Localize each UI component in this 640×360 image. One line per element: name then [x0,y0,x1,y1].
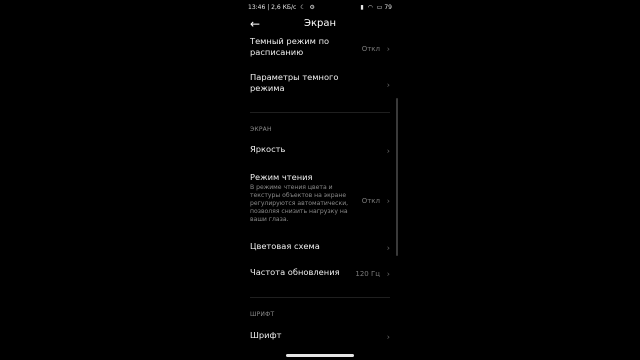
moon-icon: ☾ [300,4,306,11]
scrollbar[interactable] [396,98,398,256]
gear-icon: ⚙ [309,4,315,11]
signal-icon: ▮ [360,4,364,11]
row-refresh-rate[interactable]: Частота обновления 120 Гц › [250,267,390,281]
row-value: 120 Гц [355,270,380,278]
app-header: ← Экран [240,16,400,34]
row-label: Темный режим по расписанию [250,36,330,57]
battery-level: 79 [384,4,392,11]
section-header-screen: ЭКРАН [250,126,272,133]
row-brightness[interactable]: Яркость › [250,144,390,158]
chevron-right-icon: › [386,80,390,90]
chevron-right-icon: › [386,44,390,54]
row-label: Режим чтения [250,172,313,182]
row-label: Частота обновления [250,267,340,277]
status-right: ▮ ◠ ▭ 79 [358,4,392,11]
chevron-right-icon: › [386,243,390,253]
row-label: Параметры темного режима [250,72,339,93]
wifi-icon: ◠ [367,4,373,11]
battery-icon: ▭ [376,4,383,11]
row-label: Цветовая схема [250,241,320,251]
status-time: 13:46 [248,4,266,11]
status-bar: 13:46 | 2,6 КБ/с ☾ ⚙ ▮ ◠ ▭ 79 [248,4,392,14]
row-color-scheme[interactable]: Цветовая схема › [250,241,390,255]
row-dark-schedule[interactable]: Темный режим по расписанию Откл › [250,36,390,62]
section-divider [250,297,390,298]
page-title: Экран [303,18,337,29]
chevron-right-icon: › [386,196,390,206]
row-label: Шрифт [250,330,282,340]
row-dark-params[interactable]: Параметры темного режима › [250,72,390,98]
section-header-font: ШРИФТ [250,311,275,318]
row-reading-mode[interactable]: Режим чтения В режиме чтения цвета и тек… [250,172,390,230]
row-label: Яркость [250,144,286,154]
chevron-right-icon: › [386,269,390,279]
status-left: 13:46 | 2,6 КБ/с ☾ ⚙ [248,4,315,11]
video-frame: 13:46 | 2,6 КБ/с ☾ ⚙ ▮ ◠ ▭ 79 ← Экран Те… [0,0,640,360]
section-divider [250,112,390,113]
row-value: Откл [361,45,380,53]
status-network-speed: | 2,6 КБ/с [267,4,297,11]
row-value: Откл [361,197,380,205]
home-indicator[interactable] [286,354,354,357]
row-font[interactable]: Шрифт › [250,330,390,344]
row-description: В режиме чтения цвета и текстуры объекто… [250,184,349,223]
phone-screen: 13:46 | 2,6 КБ/с ☾ ⚙ ▮ ◠ ▭ 79 ← Экран Те… [240,0,400,360]
chevron-right-icon: › [386,332,390,342]
chevron-right-icon: › [386,146,390,156]
